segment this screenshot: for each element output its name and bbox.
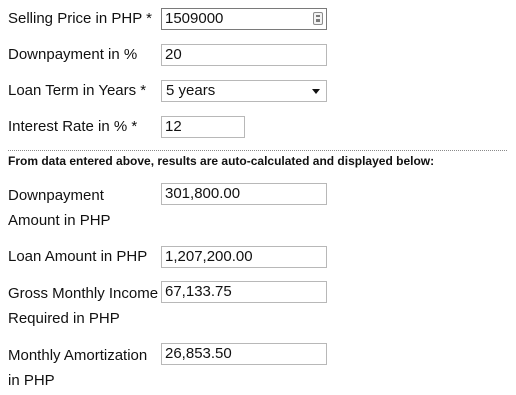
gross-income-output[interactable]: 67,133.75 — [161, 281, 327, 303]
downpayment-amount-label-line2: Amount in PHP — [8, 212, 111, 229]
monthly-amortization-value: 26,853.50 — [165, 345, 232, 362]
gross-income-label-line2: Required in PHP — [8, 310, 120, 327]
section-divider — [8, 150, 507, 151]
gross-income-value: 67,133.75 — [165, 283, 232, 300]
downpayment-percent-value: 20 — [165, 46, 182, 63]
gross-income-label-line1: Gross Monthly Income — [8, 285, 159, 302]
loan-amount-value: 1,207,200.00 — [165, 248, 253, 265]
monthly-amortization-output[interactable]: 26,853.50 — [161, 343, 327, 365]
downpayment-amount-value: 301,800.00 — [165, 185, 241, 202]
auto-calc-notice: From data entered above, results are aut… — [8, 154, 435, 168]
selling-price-label: Selling Price in PHP * — [8, 10, 152, 27]
field-picker-icon[interactable] — [313, 12, 323, 25]
loan-amount-output[interactable]: 1,207,200.00 — [161, 246, 327, 268]
monthly-amortization-label-line1: Monthly Amortization — [8, 347, 148, 364]
downpayment-amount-output[interactable]: 301,800.00 — [161, 183, 327, 205]
downpayment-percent-label: Downpayment in % — [8, 46, 138, 63]
interest-rate-label: Interest Rate in % * — [8, 118, 138, 135]
loan-term-selected-value: 5 years — [166, 82, 216, 99]
loan-term-label: Loan Term in Years * — [8, 82, 147, 99]
loan-amount-label: Loan Amount in PHP — [8, 248, 148, 265]
monthly-amortization-label-line2: in PHP — [8, 372, 55, 389]
loan-term-select[interactable]: 5 years — [161, 80, 327, 102]
interest-rate-input[interactable]: 12 — [161, 116, 245, 138]
interest-rate-value: 12 — [165, 118, 182, 135]
selling-price-value: 1509000 — [165, 10, 224, 27]
downpayment-amount-label-line1: Downpayment — [8, 187, 104, 204]
downpayment-percent-input[interactable]: 20 — [161, 44, 327, 66]
selling-price-input[interactable]: 1509000 — [161, 8, 327, 30]
chevron-down-icon[interactable] — [312, 89, 320, 94]
